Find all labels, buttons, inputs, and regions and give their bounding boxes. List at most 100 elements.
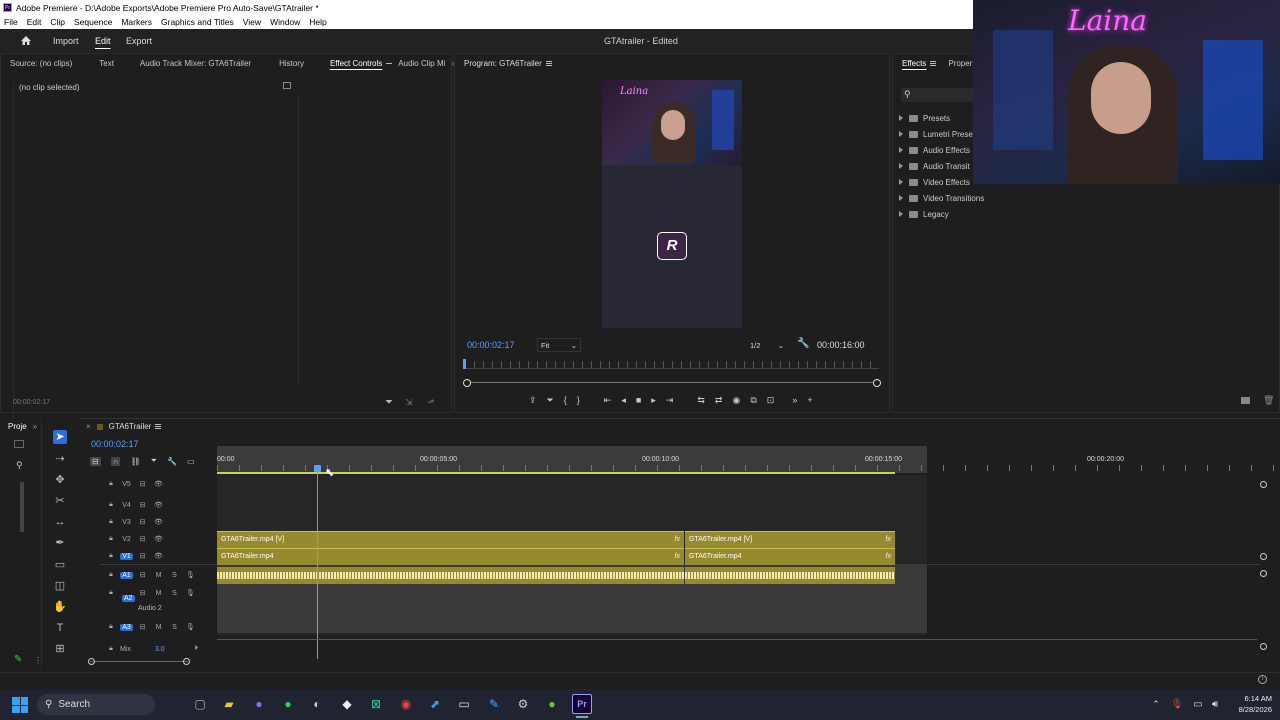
steam-icon[interactable]: ◐ — [307, 694, 327, 714]
tab-audio-clip-mixer[interactable]: Audio Clip Mi — [398, 59, 445, 68]
text-track-tool-icon[interactable]: ⊞ — [53, 642, 67, 656]
sync-lock-icon[interactable]: ⊟ — [136, 501, 149, 509]
lock-icon[interactable]: 🔒︎ — [106, 518, 116, 526]
hand-tool-icon[interactable]: ✋ — [53, 600, 67, 614]
lock-icon[interactable]: 🔒︎ — [106, 501, 116, 509]
search-icon[interactable]: ⚲ — [16, 460, 23, 471]
playhead-handle[interactable] — [314, 465, 321, 472]
tab-program[interactable]: Program: GTA6Trailer — [464, 59, 542, 68]
step-forward-icon[interactable]: ▸ — [651, 395, 656, 406]
tray-chevron-icon[interactable]: ⌃ — [1146, 694, 1166, 714]
tab-history[interactable]: History — [279, 59, 304, 68]
program-current-timecode[interactable]: 00:00:02:17 — [467, 340, 515, 350]
program-scrub-bar[interactable] — [467, 382, 879, 383]
zoom-scrollbar[interactable] — [90, 661, 188, 662]
game-icon[interactable]: ◆ — [337, 694, 357, 714]
video-clip-v2-1[interactable]: GTA6Trailer.mp4 [V] fx — [217, 531, 684, 548]
program-playhead[interactable] — [463, 359, 466, 369]
export-frame-icon[interactable]: ⇲ — [405, 397, 413, 408]
microphone-tray-icon[interactable]: 🎙︎ — [1167, 694, 1187, 714]
sync-lock-icon[interactable]: ⊟ — [136, 535, 149, 543]
go-to-out-icon[interactable]: ⇥ — [666, 395, 674, 406]
export-tab[interactable]: Export — [126, 36, 152, 46]
trash-icon[interactable]: 🗑 — [1263, 395, 1274, 406]
lock-icon[interactable]: 🔒︎ — [106, 480, 116, 488]
close-icon[interactable]: × — [86, 422, 91, 431]
insert-icon[interactable]: ⇆ — [697, 395, 705, 406]
audio-clip-a1-2[interactable] — [685, 567, 895, 584]
microphone-icon[interactable]: 🎙︎ — [184, 571, 197, 579]
track-label[interactable]: V1 — [120, 552, 133, 560]
import-tab[interactable]: Import — [53, 36, 79, 46]
selection-tool-icon[interactable]: ➤ — [53, 430, 67, 444]
zoom-fit-select[interactable]: Fit ⌄ — [537, 338, 581, 352]
new-bin-icon[interactable] — [1241, 397, 1250, 404]
settings-app-icon[interactable]: ⚙ — [513, 694, 533, 714]
arrow-app-icon[interactable]: ⬈ — [425, 694, 445, 714]
menu-edit[interactable]: Edit — [27, 17, 42, 27]
pen-icon[interactable]: ✎ — [14, 654, 22, 665]
track-label[interactable]: V3 — [120, 519, 133, 526]
menu-graphics[interactable]: Graphics and Titles — [161, 17, 234, 27]
panel-toggle-icon[interactable] — [283, 82, 291, 89]
lock-icon[interactable]: 🔒︎ — [106, 645, 116, 653]
sync-lock-icon[interactable]: ⊟ — [136, 518, 149, 526]
vr-icon[interactable]: ⊡ — [767, 395, 775, 406]
spotify-icon[interactable]: ● — [278, 694, 298, 714]
in-point-handle[interactable] — [463, 379, 471, 387]
insert-sequence-icon[interactable]: ⊟ — [90, 456, 101, 466]
work-area-bar[interactable] — [217, 472, 895, 474]
home-icon[interactable] — [20, 35, 32, 46]
tab-audio-track-mixer[interactable]: Audio Track Mixer: GTA6Trailer — [140, 59, 251, 68]
sync-lock-icon[interactable]: ⊟ — [136, 552, 149, 560]
eye-icon[interactable]: 👁︎ — [152, 501, 165, 509]
windows-start-icon[interactable] — [12, 697, 28, 713]
ripple-edit-tool-icon[interactable]: ✥ — [53, 473, 67, 487]
playhead-line[interactable] — [317, 465, 318, 659]
track-label[interactable]: V4 — [120, 502, 133, 509]
menu-sequence[interactable]: Sequence — [74, 17, 112, 27]
sync-lock-icon[interactable]: ⊟ — [136, 623, 149, 631]
add-marker-icon[interactable]: ⏷ — [151, 456, 157, 466]
task-view-icon[interactable]: ▢ — [190, 694, 210, 714]
menu-window[interactable]: Window — [270, 17, 300, 27]
more-controls-icon[interactable]: » — [792, 395, 797, 405]
sync-lock-icon[interactable]: ⊟ — [136, 589, 149, 597]
chrome-icon[interactable]: ◉ — [396, 694, 416, 714]
volume-icon[interactable]: 🔊︎ — [1205, 694, 1225, 714]
slip-tool-icon[interactable]: ↔ — [53, 515, 67, 529]
compare-icon[interactable]: ⧉ — [750, 395, 756, 406]
lift-icon[interactable]: ⇪ — [529, 395, 537, 406]
chat-app-icon[interactable]: ● — [542, 694, 562, 714]
microphone-icon[interactable]: 🎙︎ — [184, 623, 197, 631]
eye-icon[interactable]: 👁︎ — [152, 552, 165, 560]
microphone-icon[interactable]: 🎙︎ — [184, 589, 197, 597]
track-label[interactable]: A1 — [120, 571, 133, 579]
xbox-icon[interactable]: ⊠ — [366, 694, 386, 714]
lock-icon[interactable]: 🔒︎ — [106, 552, 116, 560]
filter-icon[interactable]: ⏷ — [385, 397, 393, 408]
track-label-a2[interactable]: A2 — [122, 595, 135, 602]
more-icon[interactable]: ⋮ — [34, 656, 42, 665]
resolution-select[interactable]: 1/2 ⌄ — [747, 338, 787, 352]
track-select-tool-icon[interactable]: ⇢ — [53, 452, 67, 466]
project-scrollbar[interactable] — [20, 482, 24, 532]
menu-help[interactable]: Help — [309, 17, 326, 27]
tab-effects[interactable]: Effects — [902, 59, 926, 68]
mute-button[interactable]: M — [152, 590, 165, 597]
track-label[interactable]: A3 — [120, 623, 133, 631]
share-icon[interactable]: ⬏ — [427, 397, 435, 408]
menu-clip[interactable]: Clip — [50, 17, 65, 27]
timeline-timecode[interactable]: 00:00:02:17 — [91, 439, 139, 449]
track-label[interactable]: V2 — [120, 536, 133, 543]
eye-icon[interactable]: 👁︎ — [152, 518, 165, 526]
lock-icon[interactable]: 🔒︎ — [106, 535, 116, 543]
timeline-menu-icon[interactable] — [155, 424, 162, 429]
mix-value[interactable]: 3.0 — [155, 646, 165, 653]
info-icon[interactable]: i — [1258, 675, 1267, 684]
shape-tool-icon[interactable]: ◫ — [53, 579, 67, 593]
go-to-in-icon[interactable]: ⇤ — [604, 395, 612, 406]
lock-icon[interactable]: 🔒︎ — [106, 571, 116, 579]
add-marker-icon[interactable]: ⏷ — [547, 395, 554, 406]
timeline-settings-icon[interactable]: 🔧 — [167, 457, 177, 466]
